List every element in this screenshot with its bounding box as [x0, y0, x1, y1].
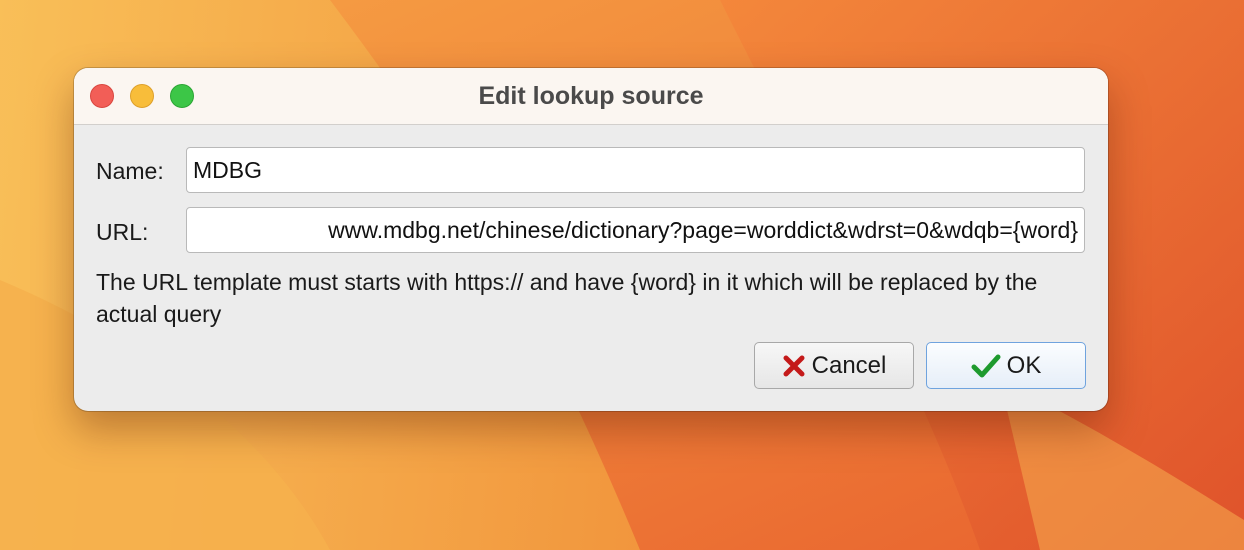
desktop-background: Edit lookup source Name: MDBG URL: www.m…: [0, 0, 1244, 550]
url-template-hint: The URL template must starts with https:…: [96, 269, 1038, 327]
name-label: Name:: [96, 158, 164, 184]
edit-lookup-source-dialog: Edit lookup source Name: MDBG URL: www.m…: [74, 68, 1108, 411]
url-field[interactable]: www.mdbg.net/chinese/dictionary?page=wor…: [186, 207, 1085, 253]
title-bar[interactable]: Edit lookup source: [74, 68, 1108, 125]
x-icon: [782, 354, 806, 378]
cancel-button-label: Cancel: [811, 351, 887, 379]
checkmark-icon: [971, 354, 1001, 378]
ok-button-label: OK: [1006, 351, 1042, 379]
ok-button[interactable]: OK: [926, 342, 1086, 389]
cancel-button[interactable]: Cancel: [754, 342, 914, 389]
url-label: URL:: [96, 219, 149, 245]
name-field[interactable]: MDBG: [186, 147, 1085, 193]
window-title: Edit lookup source: [478, 82, 704, 110]
name-field-value: MDBG: [193, 157, 262, 183]
url-field-value: www.mdbg.net/chinese/dictionary?page=wor…: [328, 217, 1078, 243]
